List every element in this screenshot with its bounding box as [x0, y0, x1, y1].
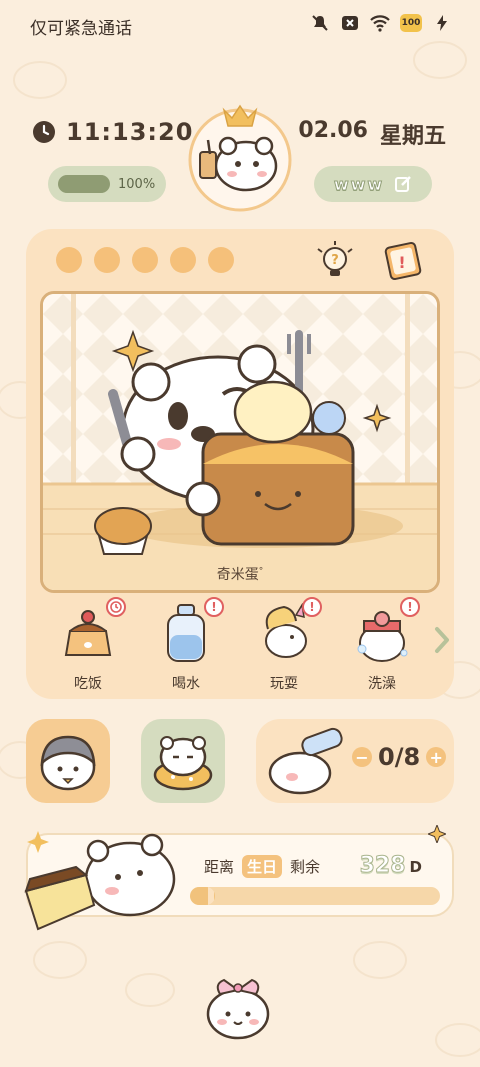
weekday-text: 星期五: [379, 124, 446, 149]
action-feed-button[interactable]: 吃饭: [48, 597, 128, 697]
pet-scene-illustration: [43, 294, 437, 590]
hint-bulb-icon[interactable]: ?: [314, 239, 356, 281]
clock-badge-icon: [106, 597, 126, 617]
pet-name-label: 奇米蛋°: [43, 564, 437, 584]
pet-actions: 吃饭 ! 喝水 ! 玩耍 ! 洗澡: [26, 597, 454, 697]
birthday-unit: D: [409, 858, 422, 876]
pet-card: ? ! 奇米蛋° 吃饭 ! 喝水 ! 玩耍 ! 洗澡: [26, 229, 454, 699]
alert-badge: !: [204, 597, 224, 617]
crown-bear-avatar-icon: [188, 104, 292, 212]
stamina-dot: [56, 247, 82, 273]
action-label: 玩耍: [270, 676, 298, 692]
battery-bar: [58, 175, 110, 193]
bow-bear-icon: [206, 978, 270, 1040]
pet-scene[interactable]: 奇米蛋°: [40, 291, 440, 593]
bunny-bear-mascot[interactable]: [196, 970, 280, 1042]
avatar[interactable]: [188, 92, 292, 216]
penguin-bear-widget[interactable]: [26, 719, 110, 803]
action-play-button[interactable]: ! 玩耍: [244, 597, 324, 697]
stamina-dot: [94, 247, 120, 273]
water-minus-button[interactable]: −: [352, 747, 372, 767]
birthday-highlight: 生日: [242, 855, 283, 878]
notice-board-icon[interactable]: !: [382, 239, 424, 281]
water-count: 0/8: [378, 743, 421, 771]
mute-icon: [310, 13, 330, 33]
date-widget[interactable]: 02.06 星期五: [298, 118, 446, 150]
action-bath-button[interactable]: ! 洗澡: [342, 597, 422, 697]
charging-icon: [432, 13, 452, 33]
svg-text:?: ?: [331, 253, 339, 268]
clock-widget[interactable]: 11:13:20: [32, 118, 193, 146]
action-label: 洗澡: [368, 676, 396, 692]
bear-drinking-icon: [268, 727, 343, 795]
date-text: 02.06: [298, 118, 368, 143]
water-plus-button[interactable]: +: [426, 747, 447, 767]
pet-name-suffix: °: [258, 566, 264, 577]
birthday-progress-bar: [190, 887, 440, 905]
clock-icon: [33, 121, 55, 143]
svg-text:!: !: [398, 253, 405, 272]
pet-name: 奇米蛋: [216, 567, 259, 583]
status-bar: 仅可紧急通话 100: [0, 0, 480, 50]
battery-icon: 100: [400, 14, 422, 32]
birthday-days: 328: [359, 853, 406, 879]
birthday-prefix: 距离: [204, 858, 235, 876]
penguin-bear-icon: [40, 735, 96, 791]
birthday-countdown-widget[interactable]: 距离 生日 剩余 328 D: [24, 825, 454, 931]
nickname-widget[interactable]: www: [314, 166, 432, 202]
battery-widget[interactable]: 100%: [48, 166, 166, 202]
sparkle-icon: [428, 825, 446, 843]
donut-bear-widget[interactable]: [141, 719, 225, 803]
bear-cake-icon: [24, 831, 176, 931]
action-label: 吃饭: [74, 676, 102, 692]
edit-icon[interactable]: [394, 175, 412, 193]
alert-badge: !: [400, 597, 420, 617]
battery-bar-fill: [58, 175, 110, 193]
wifi-icon: [370, 13, 390, 33]
birthday-suffix: 剩余: [290, 858, 321, 876]
carrier-text: 仅可紧急通话: [30, 19, 132, 39]
donut-bear-icon: [153, 736, 213, 791]
battery-percent: 100%: [118, 176, 156, 192]
chevron-right-icon[interactable]: [432, 625, 452, 655]
time-text: 11:13:20: [66, 118, 194, 146]
water-tracker-widget: − 0/8 +: [256, 719, 454, 803]
stamina-dot: [132, 247, 158, 273]
action-drink-button[interactable]: ! 喝水: [146, 597, 226, 697]
stamina-dot: [208, 247, 234, 273]
stamina-dots: [56, 247, 234, 273]
action-label: 喝水: [172, 676, 200, 692]
nickname-text: www: [333, 174, 385, 194]
birthday-progress-fill: [190, 887, 215, 905]
alert-badge: !: [302, 597, 322, 617]
no-sim-icon: [340, 13, 360, 33]
stamina-dot: [170, 247, 196, 273]
